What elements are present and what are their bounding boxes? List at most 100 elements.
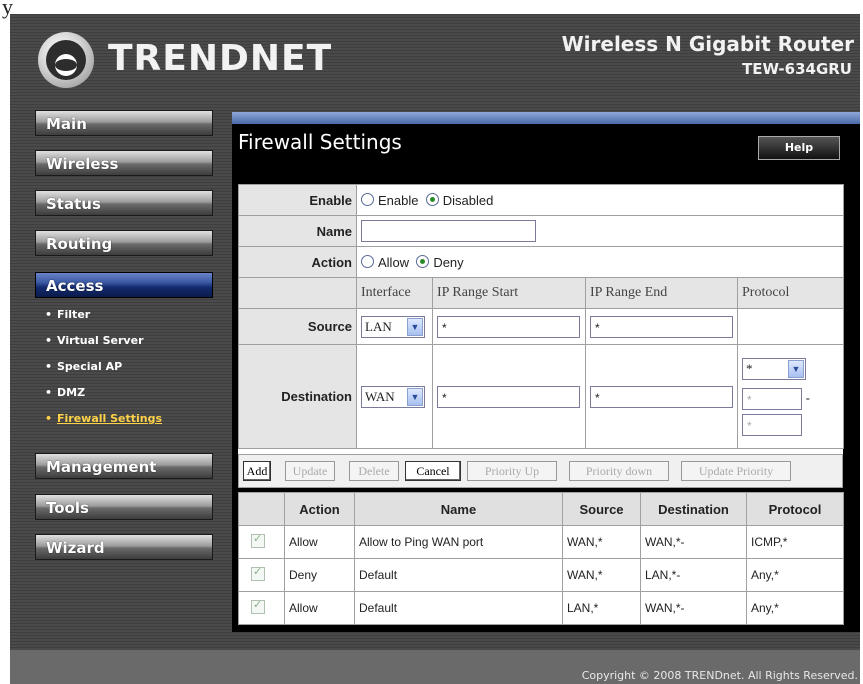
nav-wizard[interactable]: Wizard xyxy=(35,534,213,560)
source-ip-end-cell: * xyxy=(585,308,738,345)
rule-protocol: ICMP,* xyxy=(746,525,844,559)
rule-checkbox[interactable] xyxy=(251,532,265,548)
rule-source: LAN,* xyxy=(562,591,641,625)
nav-tools[interactable]: Tools xyxy=(35,494,213,520)
rule-name: Default xyxy=(354,558,563,592)
rules-list: Action Name Source Destination Protocol … xyxy=(238,492,844,625)
cancel-button[interactable]: Cancel xyxy=(405,461,461,481)
rule-protocol: Any,* xyxy=(746,591,844,625)
priority-up-button[interactable]: Priority Up xyxy=(467,461,557,481)
source-interface-value: LAN xyxy=(365,318,392,334)
nav-wireless[interactable]: Wireless xyxy=(35,150,213,176)
col-source: Source xyxy=(562,492,641,526)
trendnet-logo-icon xyxy=(38,32,94,88)
priority-down-button[interactable]: Priority down xyxy=(569,461,669,481)
router-admin-frame: TRENDNET Wireless N Gigabit Router TEW-6… xyxy=(10,14,860,684)
product-name: Wireless N Gigabit Router xyxy=(561,32,854,56)
col-destination: Destination xyxy=(640,492,747,526)
rule-action: Allow xyxy=(284,525,355,559)
disabled-option-label: Disabled xyxy=(442,192,494,208)
dest-interface-cell: WAN ▼ xyxy=(356,344,433,449)
dest-protocol-select[interactable]: * ▼ xyxy=(742,357,806,380)
table-row[interactable]: Allow Allow to Ping WAN port WAN,* WAN,*… xyxy=(238,525,844,559)
subnav-filter[interactable]: Filter xyxy=(35,302,213,328)
col-interface: Interface xyxy=(356,277,433,309)
update-button[interactable]: Update xyxy=(285,461,335,481)
dest-protocol-cell: * ▼ * - * xyxy=(737,344,844,449)
col-protocol: Protocol xyxy=(737,277,844,309)
dest-port-start-input[interactable]: * xyxy=(742,387,802,410)
dest-interface-select[interactable]: WAN ▼ xyxy=(361,385,425,408)
name-input[interactable] xyxy=(361,220,536,242)
rule-destination: LAN,*- xyxy=(640,558,747,592)
rule-name: Allow to Ping WAN port xyxy=(354,525,563,559)
rule-action: Deny xyxy=(284,558,355,592)
rule-destination: WAN,*- xyxy=(640,525,747,559)
nav-status[interactable]: Status xyxy=(35,190,213,216)
dest-ip-start-input[interactable]: * xyxy=(437,385,580,408)
page-title: Firewall Settings xyxy=(238,130,402,154)
rule-checkbox[interactable] xyxy=(251,565,265,581)
subnav-virtual-server[interactable]: Virtual Server xyxy=(35,328,213,354)
source-interface-cell: LAN ▼ xyxy=(356,308,433,345)
nav-main[interactable]: Main xyxy=(35,110,213,136)
subnav-special-ap[interactable]: Special AP xyxy=(35,354,213,380)
source-ip-start-cell: * xyxy=(432,308,586,345)
table-row[interactable]: Allow Default LAN,* WAN,*- Any,* xyxy=(238,591,844,625)
name-label: Name xyxy=(238,215,357,247)
col-select xyxy=(238,492,285,526)
col-name: Name xyxy=(354,492,563,526)
firewall-form: Enable Enable Disabled Name Action Allow… xyxy=(238,184,844,454)
deny-radio[interactable] xyxy=(416,254,430,268)
subnav-dmz[interactable]: DMZ xyxy=(35,380,213,406)
content-top-bar xyxy=(232,112,860,124)
footer-bar: Copyright © 2008 TRENDnet. All Rights Re… xyxy=(10,650,860,684)
action-options: Allow Deny xyxy=(356,246,844,278)
source-label: Source xyxy=(238,308,357,345)
dest-interface-value: WAN xyxy=(365,388,395,404)
row-select-cell xyxy=(238,558,285,592)
source-interface-select[interactable]: LAN ▼ xyxy=(361,315,425,338)
nav-routing[interactable]: Routing xyxy=(35,230,213,256)
rule-protocol: Any,* xyxy=(746,558,844,592)
enable-option-label: Enable xyxy=(378,192,419,208)
rule-name: Default xyxy=(354,591,563,625)
row-select-cell xyxy=(238,591,285,625)
col-ip-end: IP Range End xyxy=(585,277,738,309)
subnav-firewall-settings[interactable]: Firewall Settings xyxy=(35,406,213,432)
dest-ip-start-cell: * xyxy=(432,344,586,449)
dest-port-end-input[interactable]: * xyxy=(742,413,802,436)
action-button-bar: Add Update Delete Cancel Priority Up Pri… xyxy=(238,454,843,488)
copyright-text: Copyright © 2008 TRENDnet. All Rights Re… xyxy=(581,669,858,682)
allow-radio[interactable] xyxy=(361,254,374,268)
table-row[interactable]: Deny Default WAN,* LAN,*- Any,* xyxy=(238,558,844,592)
rule-source: WAN,* xyxy=(562,558,641,592)
enable-options: Enable Disabled xyxy=(356,184,844,216)
rule-source: WAN,* xyxy=(562,525,641,559)
help-button[interactable]: Help xyxy=(758,136,840,160)
add-button[interactable]: Add xyxy=(243,461,271,481)
name-cell xyxy=(356,215,844,247)
disabled-radio[interactable] xyxy=(425,192,439,206)
chevron-down-icon: ▼ xyxy=(407,387,423,406)
product-model: TEW-634GRU xyxy=(742,60,852,78)
source-ip-start-input[interactable]: * xyxy=(437,315,580,338)
port-range-separator: - xyxy=(805,389,810,405)
source-ip-end-input[interactable]: * xyxy=(590,315,733,338)
dest-ip-end-input[interactable]: * xyxy=(590,385,733,408)
delete-button[interactable]: Delete xyxy=(349,461,399,481)
header: TRENDNET Wireless N Gigabit Router TEW-6… xyxy=(10,14,860,100)
header-spacer xyxy=(238,277,357,309)
chevron-down-icon: ▼ xyxy=(407,317,423,336)
col-ip-start: IP Range Start xyxy=(432,277,586,309)
rule-action: Allow xyxy=(284,591,355,625)
nav-management[interactable]: Management xyxy=(35,453,213,479)
dest-protocol-value: * xyxy=(746,360,753,376)
nav-access[interactable]: Access xyxy=(35,272,213,298)
action-label: Action xyxy=(238,246,357,278)
enable-label: Enable xyxy=(238,184,357,216)
update-priority-button[interactable]: Update Priority xyxy=(681,461,791,481)
col-rule-protocol: Protocol xyxy=(746,492,844,526)
enable-radio[interactable] xyxy=(361,192,374,206)
rule-checkbox[interactable] xyxy=(251,598,265,614)
